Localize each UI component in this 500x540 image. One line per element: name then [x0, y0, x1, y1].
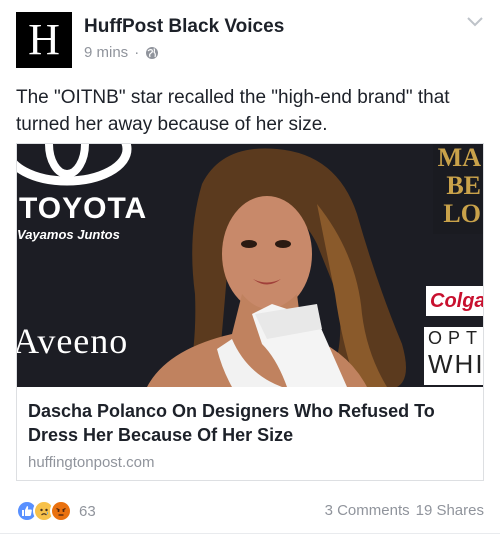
post-timestamp[interactable]: 9 mins — [84, 44, 128, 61]
post-meta: 9 mins · — [84, 44, 159, 61]
post-header: H HuffPost Black Voices 9 mins · — [16, 12, 484, 68]
mabelo-line: LO — [443, 199, 481, 228]
page-avatar[interactable]: H — [16, 12, 72, 68]
opt-line: OPT — [428, 328, 483, 348]
engagement-counts: 3 Comments 19 Shares — [325, 502, 484, 519]
whi-line: WHI — [428, 349, 483, 379]
mabelo-line: BE — [446, 171, 481, 200]
divider — [0, 533, 500, 534]
angry-reaction-icon — [50, 500, 72, 522]
mabelo-line: MA — [437, 144, 481, 172]
link-title[interactable]: Dascha Polanco On Designers Who Refused … — [28, 399, 471, 447]
reactions-summary[interactable]: 63 — [16, 498, 96, 524]
link-preview-text: Dascha Polanco On Designers Who Refused … — [17, 387, 483, 471]
post-caption: The "OITNB" star recalled the "high-end … — [16, 87, 450, 135]
optic-white-backdrop: OPT WHI — [424, 327, 483, 385]
aveeno-backdrop-text: Aveeno — [17, 321, 129, 361]
globe-icon — [146, 46, 159, 59]
page-name-link[interactable]: HuffPost Black Voices — [84, 16, 284, 38]
link-preview-card[interactable]: TOYOTA Vayamos Juntos Aveeno MA BE LO Co… — [16, 143, 484, 481]
post-footer: 63 3 Comments 19 Shares — [16, 498, 484, 524]
mabelo-backdrop-text: MA BE LO — [433, 144, 483, 234]
link-preview-image[interactable]: TOYOTA Vayamos Juntos Aveeno MA BE LO Co… — [17, 144, 483, 387]
meta-separator: · — [134, 44, 140, 61]
shares-count-link[interactable]: 19 Shares — [416, 502, 484, 519]
reaction-count: 63 — [79, 502, 96, 520]
link-domain: huffingtonpost.com — [28, 454, 155, 471]
colgate-backdrop-text: Colga — [426, 286, 483, 316]
toyota-tagline: Vayamos Juntos — [17, 227, 120, 242]
comments-count-link[interactable]: 3 Comments — [325, 502, 410, 519]
toyota-backdrop-text: TOYOTA — [19, 192, 148, 225]
chevron-down-icon[interactable] — [466, 16, 484, 28]
